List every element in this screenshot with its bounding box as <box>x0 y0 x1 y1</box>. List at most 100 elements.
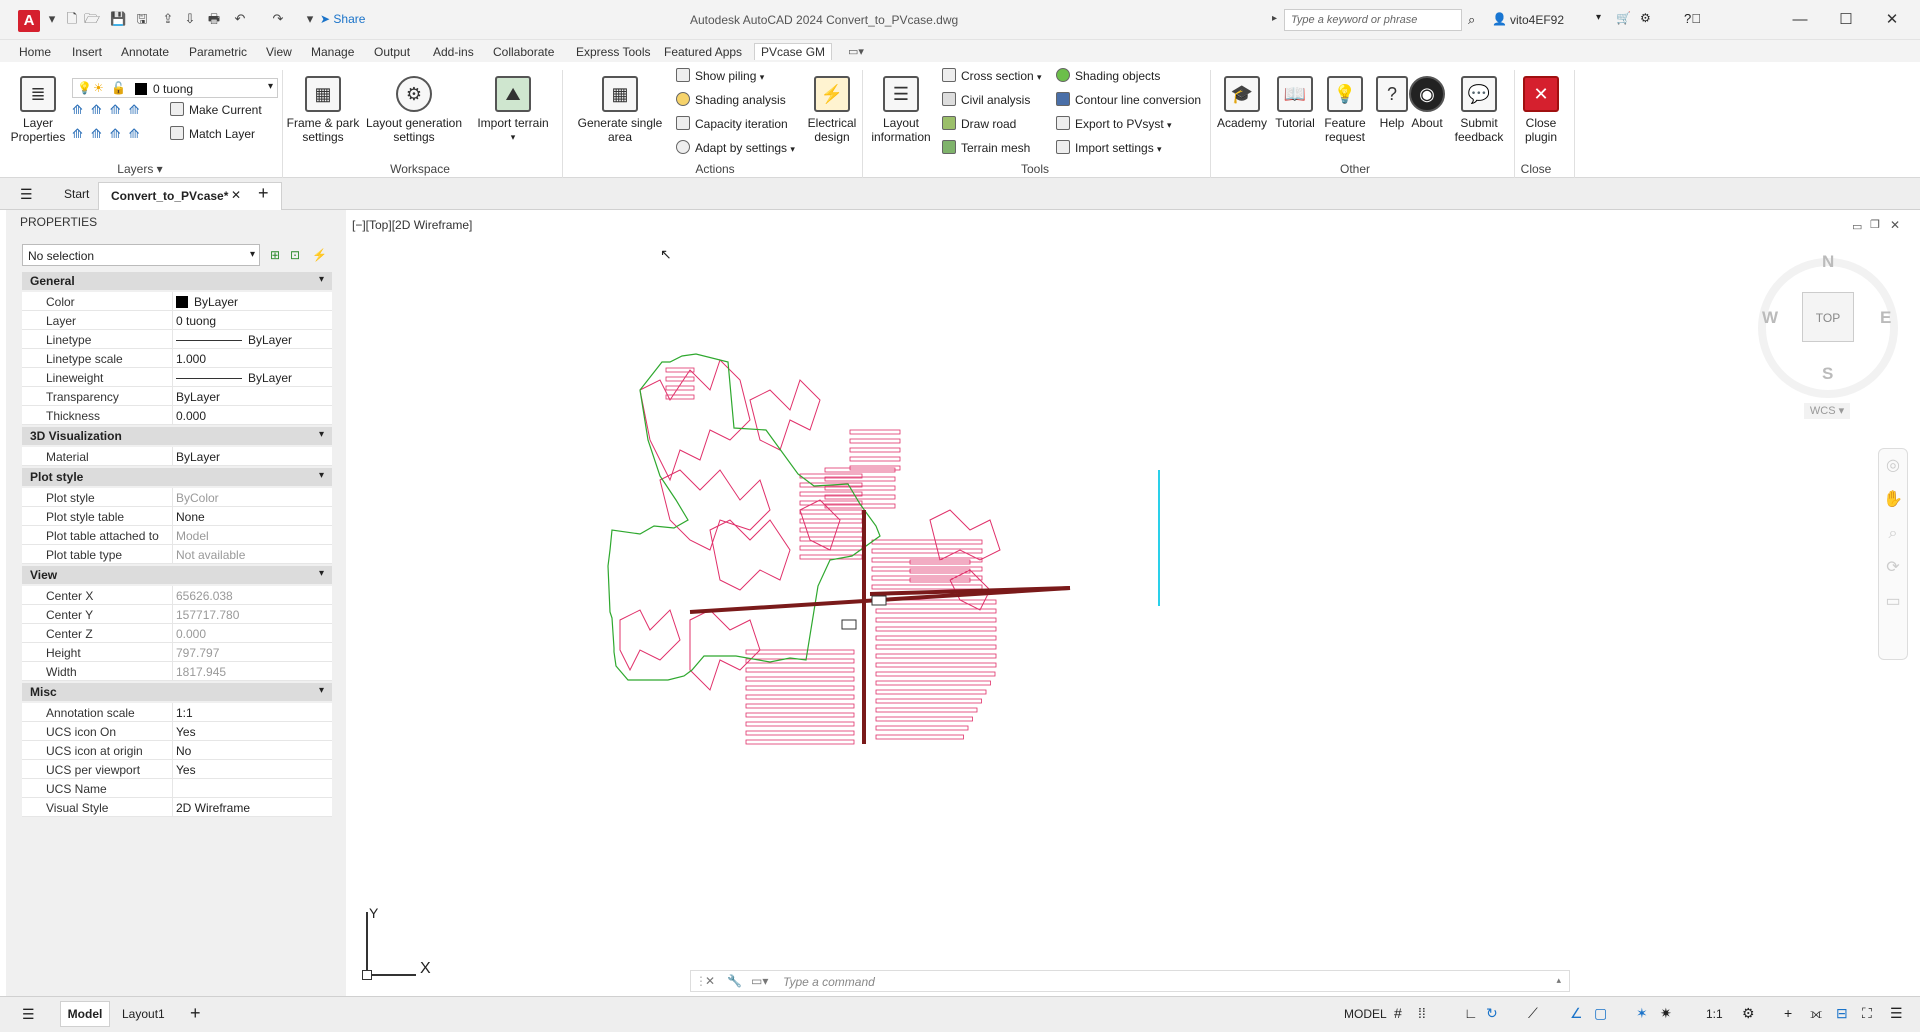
property-row[interactable]: Plot style ByColor <box>22 488 332 507</box>
civil-analysis-button[interactable]: Civil analysis <box>942 90 1030 110</box>
annotation-visibility-icon[interactable]: ✶ <box>1636 1005 1648 1022</box>
search-icon[interactable]: ⌕ <box>1468 12 1475 28</box>
compass-north[interactable]: N <box>1822 252 1834 272</box>
shading-objects-button[interactable]: Shading objects <box>1056 66 1160 86</box>
tab-collaborate[interactable]: Collaborate <box>490 43 557 61</box>
property-row[interactable]: Center Y 157717.780 <box>22 605 332 624</box>
tab-pvcase-gm[interactable]: PVcase GM <box>754 43 833 60</box>
quick-select-icon[interactable]: ⚡ <box>312 248 327 262</box>
workspace-gear-icon[interactable]: ⚙ <box>1742 1005 1755 1022</box>
contour-line-conversion-button[interactable]: Contour line conversion <box>1056 90 1201 110</box>
import-terrain-button[interactable]: ⛰ Import terrain ▾ <box>470 76 556 144</box>
tab-manage[interactable]: Manage <box>308 43 357 61</box>
close-plugin-button[interactable]: ✕ Close plugin <box>1516 76 1566 144</box>
auto-scale-icon[interactable]: ✷ <box>1660 1005 1672 1022</box>
tab-output[interactable]: Output <box>371 43 413 61</box>
feature-request-button[interactable]: 💡 Feature request <box>1320 76 1370 144</box>
user-dropdown-icon[interactable]: ▾ <box>1596 12 1601 23</box>
property-group-header[interactable]: 3D Visualization ▾ <box>22 427 332 445</box>
command-line[interactable]: ⋮ ✕ 🔧 ▭▾ Type a command ▴ <box>690 970 1570 992</box>
save-web-icon[interactable]: ⇩ <box>182 11 198 27</box>
terrain-mesh-button[interactable]: Terrain mesh <box>942 138 1030 158</box>
toggle-pickadd-icon[interactable]: ⊞ <box>270 248 280 262</box>
tab-featured-apps[interactable]: Featured Apps <box>661 43 745 61</box>
app-menu-chevron-icon[interactable]: ▾ <box>44 11 60 27</box>
tab-annotate[interactable]: Annotate <box>118 43 172 61</box>
compass-east[interactable]: E <box>1880 308 1891 328</box>
compass-west[interactable]: W <box>1762 308 1778 328</box>
property-group-header[interactable]: Misc ▾ <box>22 683 332 701</box>
property-row[interactable]: Width 1817.945 <box>22 662 332 681</box>
collapse-group-icon[interactable]: ▾ <box>319 429 324 440</box>
wcs-menu[interactable]: WCS ▾ <box>1804 403 1850 419</box>
orbit-icon[interactable]: ⟳ <box>1879 551 1907 585</box>
property-row[interactable]: Thickness 0.000 <box>22 406 332 425</box>
tab-view[interactable]: View <box>263 43 295 61</box>
cross-section-button[interactable]: Cross section ▾ <box>942 66 1042 86</box>
share-button[interactable]: ➤ Share <box>320 12 365 26</box>
viewport-controls-label[interactable]: [−][Top][2D Wireframe] <box>352 218 472 232</box>
close-tab-icon[interactable]: ✕ <box>231 188 241 202</box>
quick-properties-icon[interactable]: ⊟ <box>1836 1005 1848 1022</box>
recent-commands-icon[interactable]: ▭▾ <box>751 974 768 988</box>
isodraft-icon[interactable]: ⟋ <box>1528 1005 1538 1022</box>
viewport-close-icon[interactable]: ✕ <box>1890 218 1900 232</box>
electrical-design-button[interactable]: ⚡ Electrical design <box>806 76 858 144</box>
show-piling-button[interactable]: Show piling ▾ <box>676 66 764 86</box>
object-snap-tracking-icon[interactable]: ∠ <box>1570 1005 1583 1022</box>
autodesk-app-icon[interactable]: ⚙ <box>1640 11 1651 25</box>
property-row[interactable]: Annotation scale 1:1 <box>22 703 332 722</box>
layer-dropdown[interactable]: 💡 ☀ 🔓 0 tuong ▾ <box>72 78 278 98</box>
new-file-icon[interactable]: 🗋 <box>64 11 80 27</box>
property-row[interactable]: Lineweight ByLayer <box>22 368 332 387</box>
draw-road-button[interactable]: Draw road <box>942 114 1016 134</box>
property-group-header[interactable]: General ▾ <box>22 272 332 290</box>
frame-park-settings-button[interactable]: ▦ Frame & park settings <box>284 76 362 144</box>
hamburger-menu-icon[interactable]: ☰ <box>20 186 33 203</box>
property-row[interactable]: Visual Style 2D Wireframe <box>22 798 332 817</box>
autocad-logo-icon[interactable]: A <box>18 10 40 32</box>
property-row[interactable]: Linetype scale 1.000 <box>22 349 332 368</box>
ortho-icon[interactable]: ∟ <box>1464 1005 1478 1021</box>
property-row[interactable]: Plot table type Not available <box>22 545 332 564</box>
command-customize-icon[interactable]: 🔧 <box>727 974 742 988</box>
clean-screen-icon[interactable]: ⛶ <box>1862 1005 1872 1022</box>
layout-generation-settings-button[interactable]: ⚙ Layout generation settings <box>364 76 464 144</box>
tab-express-tools[interactable]: Express Tools <box>573 43 653 61</box>
maximize-icon[interactable]: ☐ <box>1826 8 1866 32</box>
tab-insert[interactable]: Insert <box>69 43 105 61</box>
match-layer-button[interactable]: Match Layer <box>170 124 255 144</box>
ribbon-minimize-icon[interactable]: ▭▾ <box>848 45 864 58</box>
save-as-icon[interactable]: 🖫 <box>134 11 150 27</box>
user-name[interactable]: vito4EF92 <box>1510 13 1564 27</box>
model-space-toggle[interactable]: MODEL <box>1344 1007 1387 1021</box>
property-row[interactable]: Center X 65626.038 <box>22 586 332 605</box>
property-row[interactable]: Plot style table None <box>22 507 332 526</box>
layout-menu-icon[interactable]: ☰ <box>22 1006 35 1023</box>
tab-home[interactable]: Home <box>16 43 54 61</box>
pan-hand-icon[interactable]: ✋ <box>1879 483 1907 517</box>
collapse-group-icon[interactable]: ▾ <box>319 685 324 696</box>
property-row[interactable]: UCS Name <box>22 779 332 798</box>
import-settings-button[interactable]: Import settings ▾ <box>1056 138 1162 158</box>
select-objects-icon[interactable]: ⊡ <box>290 248 300 262</box>
command-close-icon[interactable]: ✕ <box>705 974 715 988</box>
viewcube-top-face[interactable]: TOP <box>1802 292 1854 342</box>
tutorial-button[interactable]: 📖 Tutorial <box>1270 76 1320 130</box>
cart-icon[interactable]: 🛒 <box>1616 11 1631 25</box>
new-tab-plus-icon[interactable]: + <box>258 183 269 204</box>
close-window-icon[interactable]: ✕ <box>1872 8 1912 32</box>
submit-feedback-button[interactable]: 💬 Submit feedback <box>1446 76 1512 144</box>
command-input[interactable]: Type a command <box>783 975 875 989</box>
expand-search-icon[interactable]: ▸ <box>1272 13 1277 24</box>
property-row[interactable]: Center Z 0.000 <box>22 624 332 643</box>
property-group-header[interactable]: Plot style ▾ <box>22 468 332 486</box>
property-row[interactable]: UCS icon On Yes <box>22 722 332 741</box>
steering-wheel-icon[interactable]: ◎ <box>1879 449 1907 483</box>
user-icon[interactable]: 👤 <box>1492 12 1507 26</box>
drawing-viewport[interactable] <box>350 210 1916 996</box>
open-web-icon[interactable]: ⇪ <box>160 11 176 27</box>
units-icon[interactable]: ⟗ <box>1810 1005 1822 1022</box>
property-row[interactable]: UCS icon at origin No <box>22 741 332 760</box>
customize-status-bar-icon[interactable]: ☰ <box>1890 1005 1903 1022</box>
